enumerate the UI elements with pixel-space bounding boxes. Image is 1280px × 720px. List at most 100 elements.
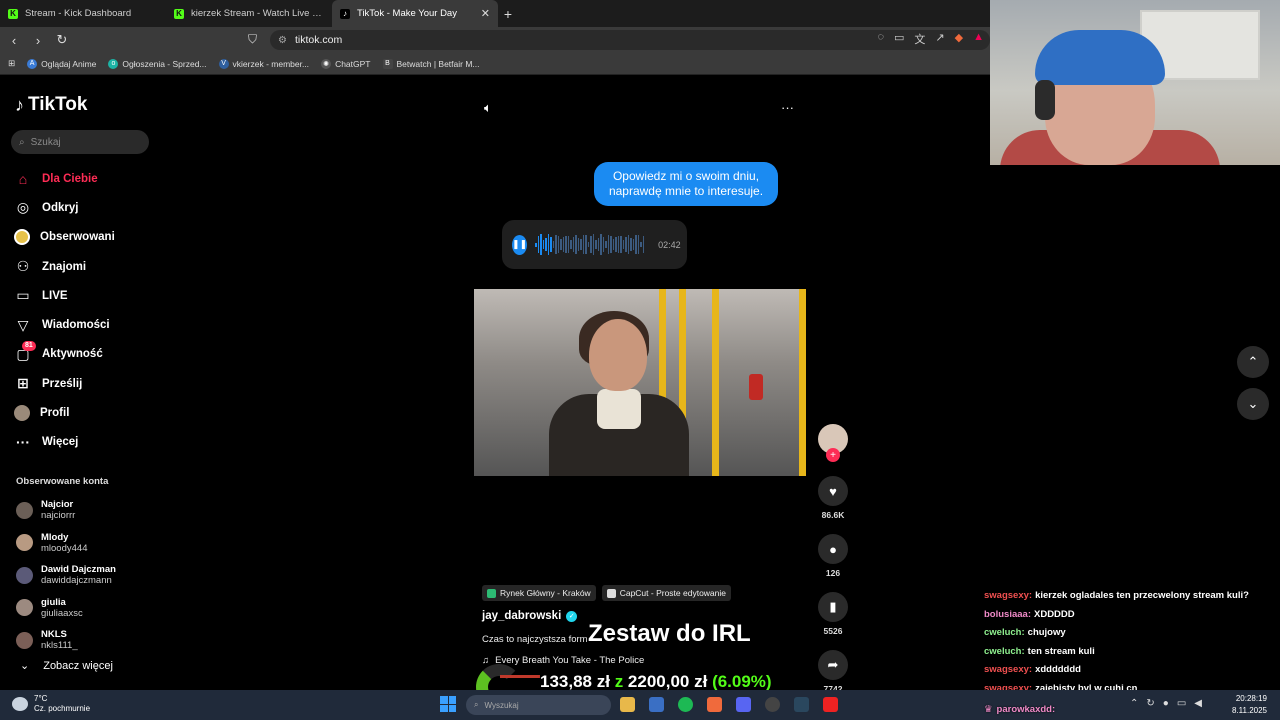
bookmark-icon[interactable]: ⛉ <box>248 32 257 47</box>
brave-icon[interactable] <box>707 697 722 712</box>
previous-video-button[interactable]: ⌃ <box>1237 346 1269 378</box>
cast-icon[interactable]: ▭ <box>894 31 904 47</box>
start-button[interactable] <box>440 696 456 712</box>
waveform-bar <box>580 239 582 250</box>
location-tag[interactable]: Rynek Główny - Kraków <box>482 585 596 601</box>
nav-profil[interactable]: Profil <box>14 398 115 427</box>
waveform-bar <box>537 236 540 253</box>
like-action[interactable]: ♥ 86.6K <box>818 476 848 520</box>
tiktok-sidebar: ♪ TikTok ⌕ Szukaj ⌂ Dla Ciebie ◎ Odkryj Ob… <box>0 76 160 690</box>
nav-znajomi[interactable]: ⚇ Znajomi <box>14 252 115 281</box>
share-action[interactable]: ➦ 7742 <box>818 650 848 694</box>
nav-dla-ciebie[interactable]: ⌂ Dla Ciebie <box>14 164 115 193</box>
bookmark-item[interactable]: ✺ ChatGPT <box>321 58 371 69</box>
comment-action[interactable]: ● 126 <box>818 534 848 578</box>
site-info-icon[interactable]: ⚙ <box>278 35 287 46</box>
more-options-icon[interactable]: ··· <box>781 100 794 116</box>
share-icon[interactable]: ↗ <box>935 31 944 47</box>
bookmark-item[interactable]: B Betwatch | Betfair M... <box>382 58 480 69</box>
sync-icon[interactable]: ↻ <box>1146 698 1154 709</box>
followed-account[interactable]: Dawid Dajczman dawiddajczmann <box>16 559 116 592</box>
follow-plus-icon[interactable]: + <box>826 448 840 462</box>
location-icon <box>487 588 496 598</box>
donation-current: 133,88 zł <box>540 672 610 691</box>
donor-name: parowkaxdd: <box>996 704 1056 715</box>
nav-wiadomosci[interactable]: ▽ Wiadomości <box>14 310 115 339</box>
chat-message: cweluch: chujowy <box>984 627 1280 646</box>
steam-icon[interactable] <box>794 697 809 712</box>
webcam-overlay <box>990 0 1280 165</box>
creator-avatar[interactable]: + <box>818 424 848 462</box>
verified-icon: ✓ <box>566 610 578 622</box>
irl-goal-title: Zestaw do IRL <box>588 620 751 647</box>
back-icon[interactable]: ‹ <box>4 33 24 48</box>
nav-wiecej[interactable]: ··· Więcej <box>14 428 115 457</box>
weather-widget[interactable]: 7°C Cz. pochmurnie <box>12 694 90 714</box>
taskbar-search[interactable]: ⌕ Wyszukaj <box>466 695 611 715</box>
search-input[interactable]: ⌕ Szukaj <box>11 130 149 154</box>
new-tab-button[interactable]: + <box>498 6 518 22</box>
bookmark-icon: ▮ <box>818 592 848 622</box>
waveform-bar <box>542 239 545 250</box>
volume-icon[interactable]: ◀ <box>1194 698 1202 709</box>
video-author[interactable]: jay_dabrowski ✓ <box>482 610 578 622</box>
waveform-bar <box>552 241 555 248</box>
video-frame[interactable] <box>474 289 806 476</box>
bookmark-item[interactable]: A Oglądaj Anime <box>27 58 96 69</box>
chevron-up-icon[interactable]: ⌃ <box>1130 698 1138 709</box>
close-tab-icon[interactable]: ✕ <box>481 7 490 20</box>
bookmark-label: ChatGPT <box>335 58 371 69</box>
see-more-button[interactable]: ⌄ Zobacz więcej <box>20 659 113 673</box>
tab-tiktok[interactable]: ♪ TikTok - Make Your Day ✕ <box>332 0 498 27</box>
temperature: 7°C <box>34 694 48 703</box>
tab-kick-stream[interactable]: K kierzek Stream - Watch Live on Kick <box>166 0 332 27</box>
forward-icon[interactable]: › <box>28 33 48 48</box>
comment-icon: ● <box>818 534 848 564</box>
waveform-bar <box>610 235 612 254</box>
chat-text: chujowy <box>1027 627 1066 638</box>
chat-text: ten stream kuli <box>1027 645 1095 657</box>
start-tile <box>448 704 456 712</box>
discord-icon[interactable] <box>736 697 751 712</box>
nav-obserwowani[interactable]: Obserwowani <box>14 223 115 252</box>
tiktok-logo[interactable]: ♪ TikTok <box>15 94 87 116</box>
tab-label: Stream - Kick Dashboard <box>25 8 132 19</box>
save-action[interactable]: ▮ 5526 <box>818 592 848 636</box>
capcut-tag[interactable]: CapCut - Proste edytowanie <box>601 585 732 601</box>
brave-shield-icon[interactable]: ◆ <box>955 31 963 47</box>
account-name: Najcior <box>41 499 74 511</box>
store-icon[interactable] <box>649 697 664 712</box>
waveform-bar <box>602 237 605 252</box>
followed-account[interactable]: NKLS nkls111_ <box>16 624 116 657</box>
nav-label: Prześlij <box>42 377 83 390</box>
nav-przeslij[interactable]: ⊞ Prześlij <box>14 369 115 398</box>
apps-grid-icon[interactable]: ⊞ <box>8 58 15 69</box>
microphone-icon[interactable]: ● <box>1163 698 1169 709</box>
rewards-icon[interactable]: ▲ <box>973 31 984 47</box>
waveform-bar <box>615 236 617 252</box>
waveform-bar <box>592 233 595 256</box>
compass-icon: ◎ <box>16 199 30 216</box>
nav-live[interactable]: ▭ LIVE <box>14 281 115 310</box>
nav-aktywnosc[interactable]: ▢ 81 Aktywność <box>14 340 115 369</box>
reload-icon[interactable]: ↻ <box>52 32 72 48</box>
followed-account[interactable]: giulia giuliaaxsc <box>16 592 116 625</box>
bookmark-item[interactable]: o Ogłoszenia - Sprzed... <box>108 58 207 69</box>
translate-icon[interactable]: 文 <box>914 31 925 47</box>
spotify-icon[interactable] <box>678 697 693 712</box>
bookmark-item[interactable]: Vvkierzek - member... <box>218 58 309 69</box>
nav-odkryj[interactable]: ◎ Odkryj <box>14 193 115 222</box>
followed-account[interactable]: Najcior najciorrr <box>16 494 116 527</box>
obs-icon[interactable] <box>765 697 780 712</box>
tab-kick-dashboard[interactable]: K Stream - Kick Dashboard <box>0 0 166 27</box>
next-video-button[interactable]: ⌄ <box>1237 388 1269 420</box>
taskbar-clock[interactable]: 20:28:19 8.11.2025 <box>1232 693 1267 717</box>
eye-off-icon[interactable]: ◌ <box>877 31 884 47</box>
file-explorer-icon[interactable] <box>620 697 635 712</box>
followed-account[interactable]: Mlody mloody444 <box>16 527 116 560</box>
volume-icon[interactable]: 🔈︎ <box>484 100 492 116</box>
main-nav: ⌂ Dla Ciebie ◎ Odkryj Obserwowani ⚇ Znajomi… <box>14 164 115 457</box>
youtube-icon[interactable] <box>823 697 838 712</box>
network-icon[interactable]: ▭ <box>1177 698 1186 709</box>
author-name: jay_dabrowski <box>482 610 562 622</box>
